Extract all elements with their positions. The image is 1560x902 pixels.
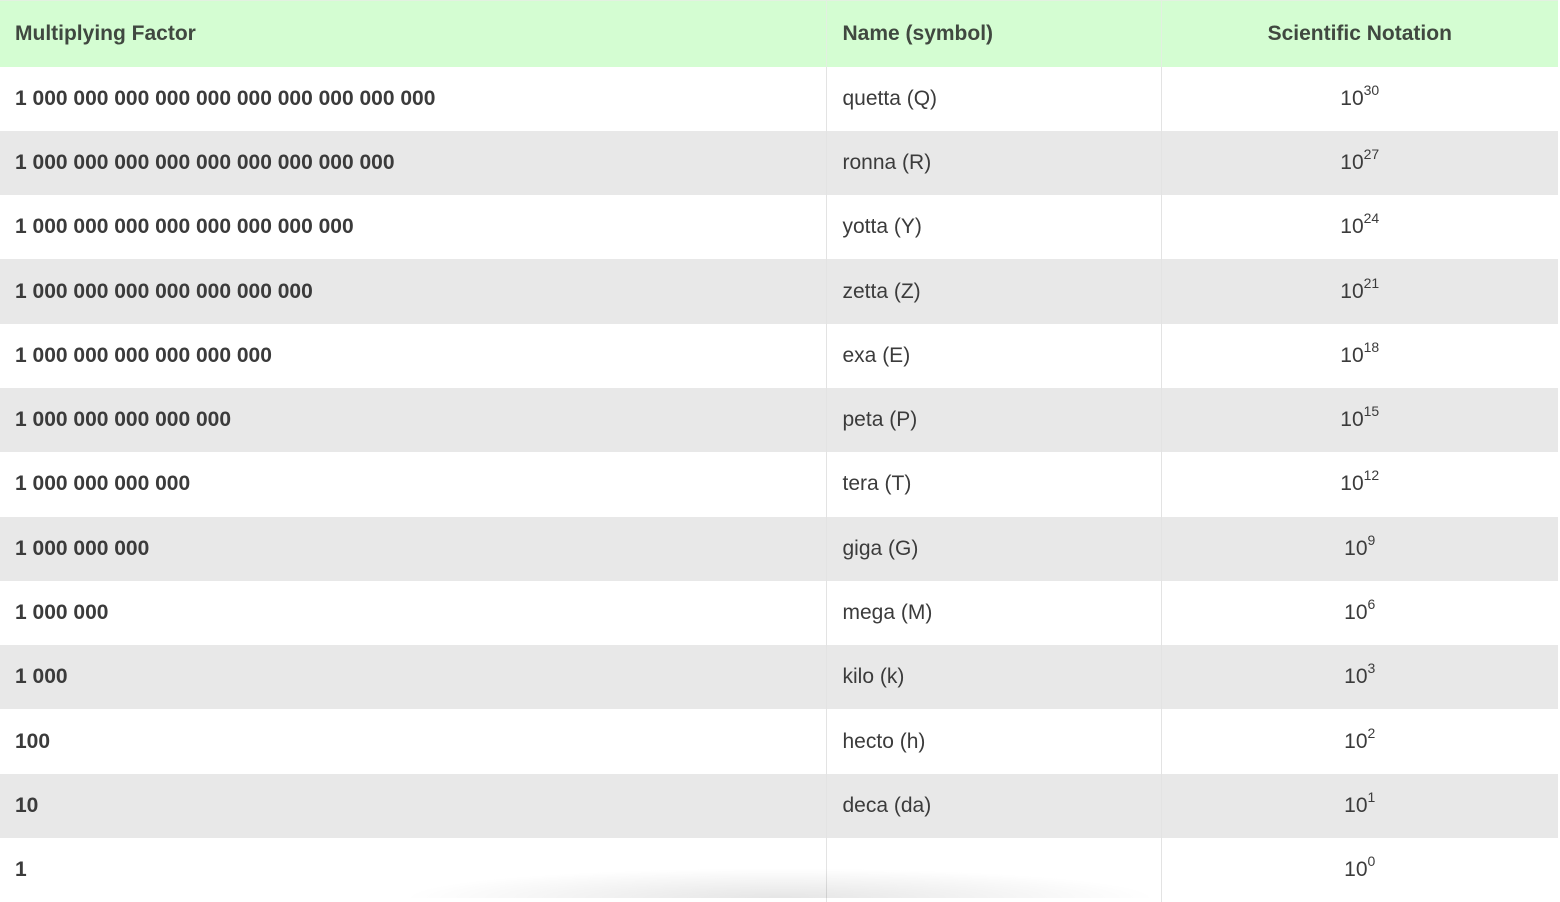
notation-exponent: 2 bbox=[1368, 725, 1376, 741]
multiplying-factor-cell: 10 bbox=[0, 774, 826, 838]
notation-exponent: 6 bbox=[1368, 596, 1376, 612]
table-header-row: Multiplying Factor Name (symbol) Scienti… bbox=[0, 1, 1558, 67]
multiplying-factor-cell: 1 000 000 000 000 000 000 000 bbox=[0, 259, 826, 323]
scientific-notation-cell: 1021 bbox=[1161, 259, 1558, 323]
multiplying-factor-cell: 1 000 000 000 000 000 bbox=[0, 388, 826, 452]
notation-base: 10 bbox=[1340, 87, 1363, 110]
table-row: 1 000 000 000 000 000peta (P)1015 bbox=[0, 388, 1558, 452]
table-row: 1 000 000mega (M)106 bbox=[0, 581, 1558, 645]
si-prefix-table: Multiplying Factor Name (symbol) Scienti… bbox=[0, 0, 1558, 902]
table-row: 1 000 000 000 000 000 000 000 000 000 00… bbox=[0, 67, 1558, 131]
prefix-name-cell: kilo (k) bbox=[826, 645, 1161, 709]
prefix-name-cell: zetta (Z) bbox=[826, 259, 1161, 323]
notation-exponent: 12 bbox=[1364, 467, 1380, 483]
notation-exponent: 18 bbox=[1364, 339, 1380, 355]
prefix-name-cell: deca (da) bbox=[826, 774, 1161, 838]
notation-exponent: 0 bbox=[1368, 853, 1376, 869]
notation-base: 10 bbox=[1344, 665, 1367, 688]
notation-base: 10 bbox=[1344, 730, 1367, 753]
table-row: 1 100 bbox=[0, 838, 1558, 902]
table-row: 1 000 000 000 000 000 000 000 000yotta (… bbox=[0, 195, 1558, 259]
header-name-symbol[interactable]: Name (symbol) bbox=[826, 1, 1161, 67]
prefix-name-cell: mega (M) bbox=[826, 581, 1161, 645]
notation-exponent: 15 bbox=[1364, 403, 1380, 419]
notation-exponent: 27 bbox=[1364, 146, 1380, 162]
notation-exponent: 9 bbox=[1368, 532, 1376, 548]
scientific-notation-cell: 1012 bbox=[1161, 452, 1558, 516]
notation-base: 10 bbox=[1344, 858, 1367, 881]
multiplying-factor-cell: 1 bbox=[0, 838, 826, 902]
notation-base: 10 bbox=[1340, 408, 1363, 431]
notation-exponent: 24 bbox=[1364, 210, 1380, 226]
table-row: 1 000 000 000 000tera (T)1012 bbox=[0, 452, 1558, 516]
notation-base: 10 bbox=[1344, 601, 1367, 624]
table-row: 100hecto (h)102 bbox=[0, 709, 1558, 773]
notation-base: 10 bbox=[1344, 794, 1367, 817]
multiplying-factor-cell: 1 000 000 000 000 000 000 000 000 000 bbox=[0, 131, 826, 195]
multiplying-factor-cell: 1 000 000 000 000 bbox=[0, 452, 826, 516]
scientific-notation-cell: 1015 bbox=[1161, 388, 1558, 452]
prefix-name-cell: hecto (h) bbox=[826, 709, 1161, 773]
prefix-name-cell: ronna (R) bbox=[826, 131, 1161, 195]
notation-base: 10 bbox=[1340, 151, 1363, 174]
prefix-name-cell: yotta (Y) bbox=[826, 195, 1161, 259]
notation-base: 10 bbox=[1344, 537, 1367, 560]
prefix-name-cell: giga (G) bbox=[826, 517, 1161, 581]
scientific-notation-cell: 106 bbox=[1161, 581, 1558, 645]
prefix-name-cell bbox=[826, 838, 1161, 902]
scientific-notation-cell: 101 bbox=[1161, 774, 1558, 838]
notation-base: 10 bbox=[1340, 215, 1363, 238]
multiplying-factor-cell: 1 000 000 000 bbox=[0, 517, 826, 581]
multiplying-factor-cell: 1 000 000 bbox=[0, 581, 826, 645]
prefix-name-cell: exa (E) bbox=[826, 324, 1161, 388]
table-row: 1 000 000 000 000 000 000 000zetta (Z)10… bbox=[0, 259, 1558, 323]
multiplying-factor-cell: 100 bbox=[0, 709, 826, 773]
prefix-name-cell: peta (P) bbox=[826, 388, 1161, 452]
table-row: 10deca (da)101 bbox=[0, 774, 1558, 838]
prefix-name-cell: tera (T) bbox=[826, 452, 1161, 516]
multiplying-factor-cell: 1 000 000 000 000 000 000 000 000 000 00… bbox=[0, 67, 826, 131]
table-body: 1 000 000 000 000 000 000 000 000 000 00… bbox=[0, 67, 1558, 902]
notation-base: 10 bbox=[1340, 472, 1363, 495]
table-row: 1 000 000 000 000 000 000 000 000 000ron… bbox=[0, 131, 1558, 195]
scientific-notation-cell: 1027 bbox=[1161, 131, 1558, 195]
notation-exponent: 1 bbox=[1368, 789, 1376, 805]
multiplying-factor-cell: 1 000 000 000 000 000 000 000 000 bbox=[0, 195, 826, 259]
scientific-notation-cell: 1030 bbox=[1161, 67, 1558, 131]
scientific-notation-cell: 109 bbox=[1161, 517, 1558, 581]
table-row: 1 000 000 000giga (G)109 bbox=[0, 517, 1558, 581]
scientific-notation-cell: 100 bbox=[1161, 838, 1558, 902]
header-multiplying-factor[interactable]: Multiplying Factor bbox=[0, 1, 826, 67]
notation-exponent: 21 bbox=[1364, 275, 1380, 291]
scientific-notation-cell: 103 bbox=[1161, 645, 1558, 709]
multiplying-factor-cell: 1 000 000 000 000 000 000 bbox=[0, 324, 826, 388]
multiplying-factor-cell: 1 000 bbox=[0, 645, 826, 709]
prefix-name-cell: quetta (Q) bbox=[826, 67, 1161, 131]
notation-exponent: 30 bbox=[1364, 82, 1380, 98]
scientific-notation-cell: 1018 bbox=[1161, 324, 1558, 388]
notation-base: 10 bbox=[1340, 280, 1363, 303]
notation-base: 10 bbox=[1340, 344, 1363, 367]
scientific-notation-cell: 102 bbox=[1161, 709, 1558, 773]
table-row: 1 000kilo (k)103 bbox=[0, 645, 1558, 709]
scientific-notation-cell: 1024 bbox=[1161, 195, 1558, 259]
notation-exponent: 3 bbox=[1368, 660, 1376, 676]
table-row: 1 000 000 000 000 000 000exa (E)1018 bbox=[0, 324, 1558, 388]
header-scientific-notation[interactable]: Scientific Notation bbox=[1161, 1, 1558, 67]
